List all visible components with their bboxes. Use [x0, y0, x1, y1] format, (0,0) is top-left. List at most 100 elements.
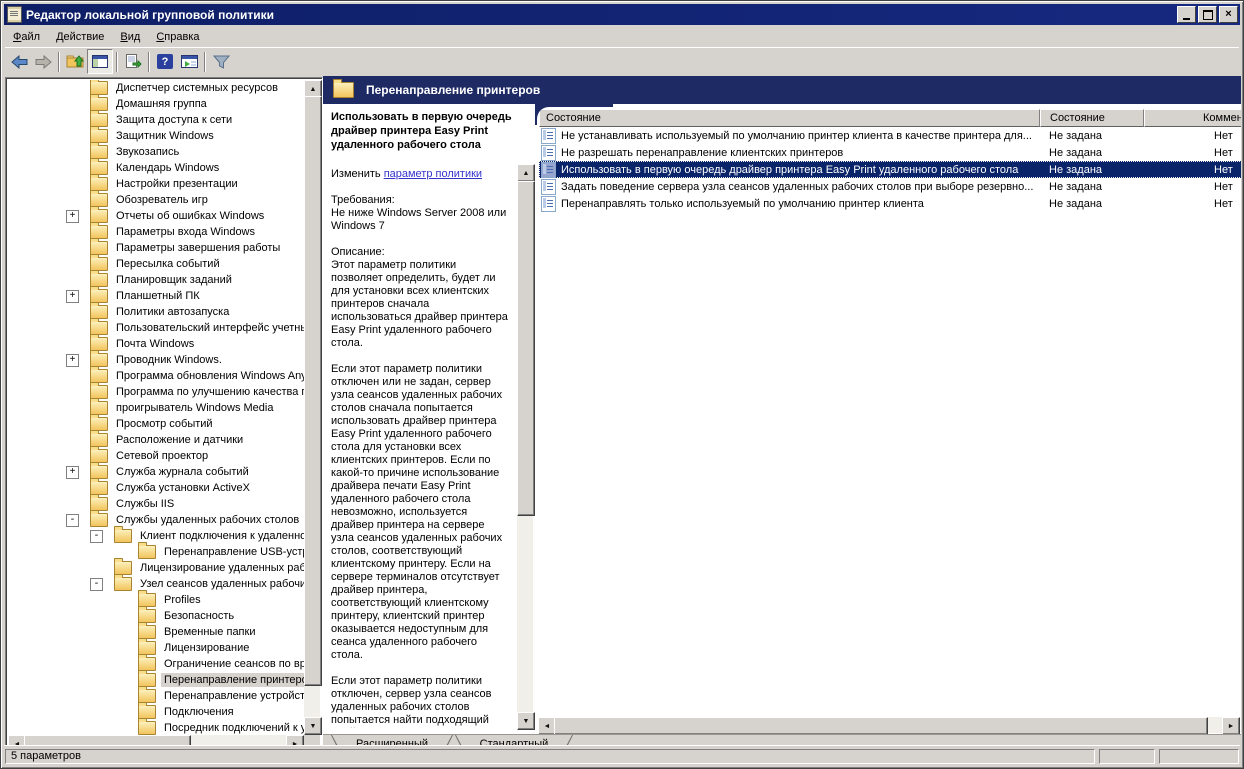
tree-item[interactable]: Политики автозапуска: [8, 304, 304, 320]
status-panel: [1099, 749, 1155, 764]
description-vertical-scrollbar[interactable]: ▲ ▼: [517, 164, 533, 730]
folder-icon: [90, 321, 108, 335]
new-window-button[interactable]: [177, 50, 201, 73]
show-console-tree-button[interactable]: [87, 49, 113, 74]
tree-item[interactable]: Ограничение сеансов по време: [8, 656, 304, 672]
tree-item[interactable]: Защитник Windows: [8, 128, 304, 144]
folder-icon: [90, 449, 108, 463]
maximize-button[interactable]: [1198, 6, 1217, 23]
back-button[interactable]: [7, 50, 31, 73]
tree-item[interactable]: -Узел сеансов удаленных рабочих с: [8, 576, 304, 592]
export-list-button[interactable]: [121, 50, 145, 73]
folder-icon: [90, 465, 108, 479]
tree-item[interactable]: +Служба журнала событий: [8, 464, 304, 480]
description-vscroll-thumb[interactable]: [517, 181, 535, 516]
tree-item[interactable]: Подключения: [8, 704, 304, 720]
menu-file[interactable]: Файл: [5, 29, 48, 45]
tree-item[interactable]: Пользовательский интерфейс учетных: [8, 320, 304, 336]
tree-item[interactable]: Программа обновления Windows Anytim: [8, 368, 304, 384]
tree-item[interactable]: Profiles: [8, 592, 304, 608]
tree-item[interactable]: Перенаправление USB-устройс: [8, 544, 304, 560]
tree-item[interactable]: Календарь Windows: [8, 160, 304, 176]
tree-item[interactable]: Просмотр событий: [8, 416, 304, 432]
policy-comment: Нет: [1144, 164, 1241, 176]
policy-name: Не разрешать перенаправление клиентских …: [561, 147, 843, 159]
policy-row[interactable]: Использовать в первую очередь драйвер пр…: [539, 161, 1241, 178]
tree-item-label: Службы удаленных рабочих столов: [113, 513, 302, 527]
tree-item[interactable]: Настройки презентации: [8, 176, 304, 192]
column-header-setting[interactable]: Состояние: [539, 109, 1040, 127]
tree-item[interactable]: Временные папки: [8, 624, 304, 640]
expand-icon[interactable]: +: [66, 354, 79, 367]
policy-row[interactable]: Не разрешать перенаправление клиентских …: [539, 144, 1241, 161]
tree-item[interactable]: Параметры завершения работы: [8, 240, 304, 256]
policy-row[interactable]: Перенаправлять только используемый по ум…: [539, 195, 1241, 212]
policy-setting-link[interactable]: параметр политики: [384, 168, 482, 180]
tree-item-label: Защита доступа к сети: [113, 113, 235, 127]
menu-help[interactable]: Справка: [148, 29, 207, 45]
expand-icon[interactable]: +: [66, 466, 79, 479]
tree-item[interactable]: Пересылка событий: [8, 256, 304, 272]
tree-item[interactable]: Почта Windows: [8, 336, 304, 352]
policy-row[interactable]: Не устанавливать используемый по умолчан…: [539, 127, 1241, 144]
expand-icon[interactable]: +: [66, 210, 79, 223]
collapse-icon[interactable]: -: [90, 578, 103, 591]
scroll-up-icon[interactable]: ▲: [517, 164, 535, 182]
tree-item[interactable]: Планировщик заданий: [8, 272, 304, 288]
tree-item-label: Домашняя группа: [113, 97, 210, 111]
folder-icon: [138, 609, 156, 623]
tree-item[interactable]: Домашняя группа: [8, 96, 304, 112]
tree-item[interactable]: - Службы удаленных рабочих столов: [8, 512, 304, 528]
minimize-button[interactable]: [1177, 6, 1196, 23]
menu-action[interactable]: Действие: [48, 29, 112, 45]
collapse-icon[interactable]: -: [90, 530, 103, 543]
tree-vscroll-thumb[interactable]: [304, 96, 322, 686]
tree-item[interactable]: Перенаправление устройств и: [8, 688, 304, 704]
folder-icon: [90, 129, 108, 143]
scroll-right-icon[interactable]: ►: [1222, 717, 1240, 734]
filter-icon: [213, 55, 230, 69]
tree-item[interactable]: Лицензирование: [8, 640, 304, 656]
expand-icon[interactable]: +: [66, 290, 79, 303]
list-horizontal-scrollbar[interactable]: ◄ ►: [538, 717, 1240, 733]
folder-icon: [90, 417, 108, 431]
tree-item[interactable]: Перенаправление принтеров: [8, 672, 304, 688]
scroll-down-icon[interactable]: ▼: [517, 712, 535, 730]
title-bar[interactable]: Редактор локальной групповой политики ×: [4, 4, 1240, 25]
tree-item[interactable]: Обозреватель игр: [8, 192, 304, 208]
tree-item-label: Лицензирование: [161, 641, 252, 655]
tree-item[interactable]: Сетевой проектор: [8, 448, 304, 464]
tree-item[interactable]: Звукозапись: [8, 144, 304, 160]
policy-setting-icon: [541, 145, 556, 161]
tree-item[interactable]: Посредник подключений к уда: [8, 720, 304, 735]
tree-item[interactable]: Служба установки ActiveX: [8, 480, 304, 496]
list-hscroll-thumb[interactable]: [554, 717, 1208, 734]
forward-button[interactable]: [31, 50, 55, 73]
tree-vertical-scrollbar[interactable]: ▲ ▼: [304, 80, 320, 735]
tree-item[interactable]: Защита доступа к сети: [8, 112, 304, 128]
tree-item[interactable]: Параметры входа Windows: [8, 224, 304, 240]
tree-item[interactable]: проигрыватель Windows Media: [8, 400, 304, 416]
help-button[interactable]: ?: [153, 50, 177, 73]
tree-item[interactable]: Диспетчер системных ресурсов: [8, 80, 304, 96]
tree-item[interactable]: Лицензирование удаленных рабоч: [8, 560, 304, 576]
scroll-down-icon[interactable]: ▼: [304, 717, 322, 735]
tree-item[interactable]: Безопасность: [8, 608, 304, 624]
tree-item[interactable]: Расположение и датчики: [8, 432, 304, 448]
collapse-icon[interactable]: -: [66, 514, 79, 527]
description-label: Описание:: [331, 246, 509, 259]
menu-view[interactable]: Вид: [112, 29, 148, 45]
tree-item[interactable]: +Отчеты об ошибках Windows: [8, 208, 304, 224]
close-button[interactable]: ×: [1219, 6, 1238, 23]
tree-item[interactable]: Службы IIS: [8, 496, 304, 512]
column-header-state[interactable]: Состояние: [1040, 109, 1144, 127]
tree-item[interactable]: +Проводник Windows.: [8, 352, 304, 368]
policy-row[interactable]: Задать поведение сервера узла сеансов уд…: [539, 178, 1241, 195]
tree-item[interactable]: +Планшетный ПК: [8, 288, 304, 304]
menu-bar: Файл Действие Вид Справка: [5, 27, 1239, 47]
tree-item[interactable]: Программа по улучшению качества пр: [8, 384, 304, 400]
filter-button[interactable]: [209, 50, 233, 73]
column-header-comment[interactable]: Комментарий: [1144, 109, 1241, 127]
up-one-level-button[interactable]: [63, 50, 87, 73]
tree-item[interactable]: -Клиент подключения к удаленном: [8, 528, 304, 544]
